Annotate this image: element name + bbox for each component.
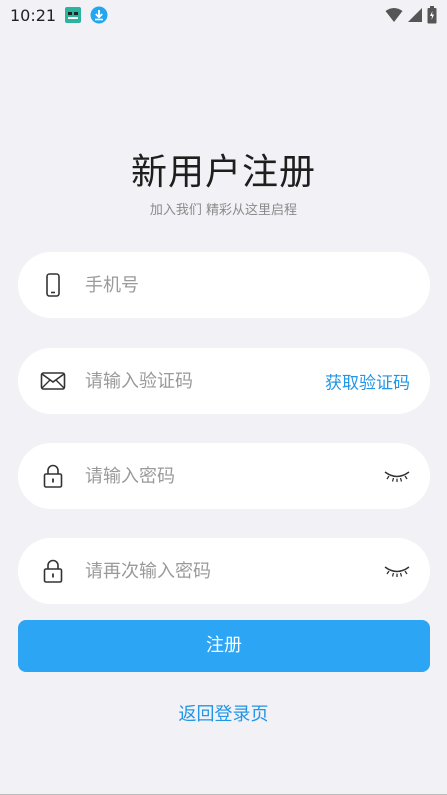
- status-bar: 10:21: [0, 0, 447, 30]
- code-input[interactable]: [85, 348, 315, 414]
- page-subtitle: 加入我们 精彩从这里启程: [149, 203, 298, 218]
- get-code-button[interactable]: 获取验证码: [325, 369, 410, 394]
- lock-icon: [43, 464, 63, 488]
- mail-icon: [40, 372, 66, 390]
- app-notification-icon: [65, 7, 82, 23]
- page-title: 新用户注册: [130, 152, 316, 193]
- phone-icon: [46, 273, 60, 297]
- phone-input[interactable]: [85, 252, 315, 318]
- password-field: [18, 443, 430, 509]
- eye-closed-icon[interactable]: [384, 564, 410, 578]
- status-right: [385, 6, 437, 24]
- register-button[interactable]: 注册: [18, 620, 430, 672]
- eye-closed-icon[interactable]: [384, 469, 410, 483]
- download-icon: [90, 6, 108, 24]
- confirm-password-field: [18, 538, 430, 604]
- confirm-password-input[interactable]: [85, 538, 315, 604]
- back-to-login-link[interactable]: 返回登录页: [0, 700, 447, 726]
- status-time: 10:21: [10, 5, 57, 25]
- signal-icon: [408, 8, 422, 22]
- code-field: 获取验证码: [18, 348, 430, 414]
- password-input[interactable]: [85, 443, 315, 509]
- wifi-icon: [385, 8, 403, 22]
- lock-icon: [43, 559, 63, 583]
- battery-icon: [427, 6, 437, 24]
- phone-field: [18, 252, 430, 318]
